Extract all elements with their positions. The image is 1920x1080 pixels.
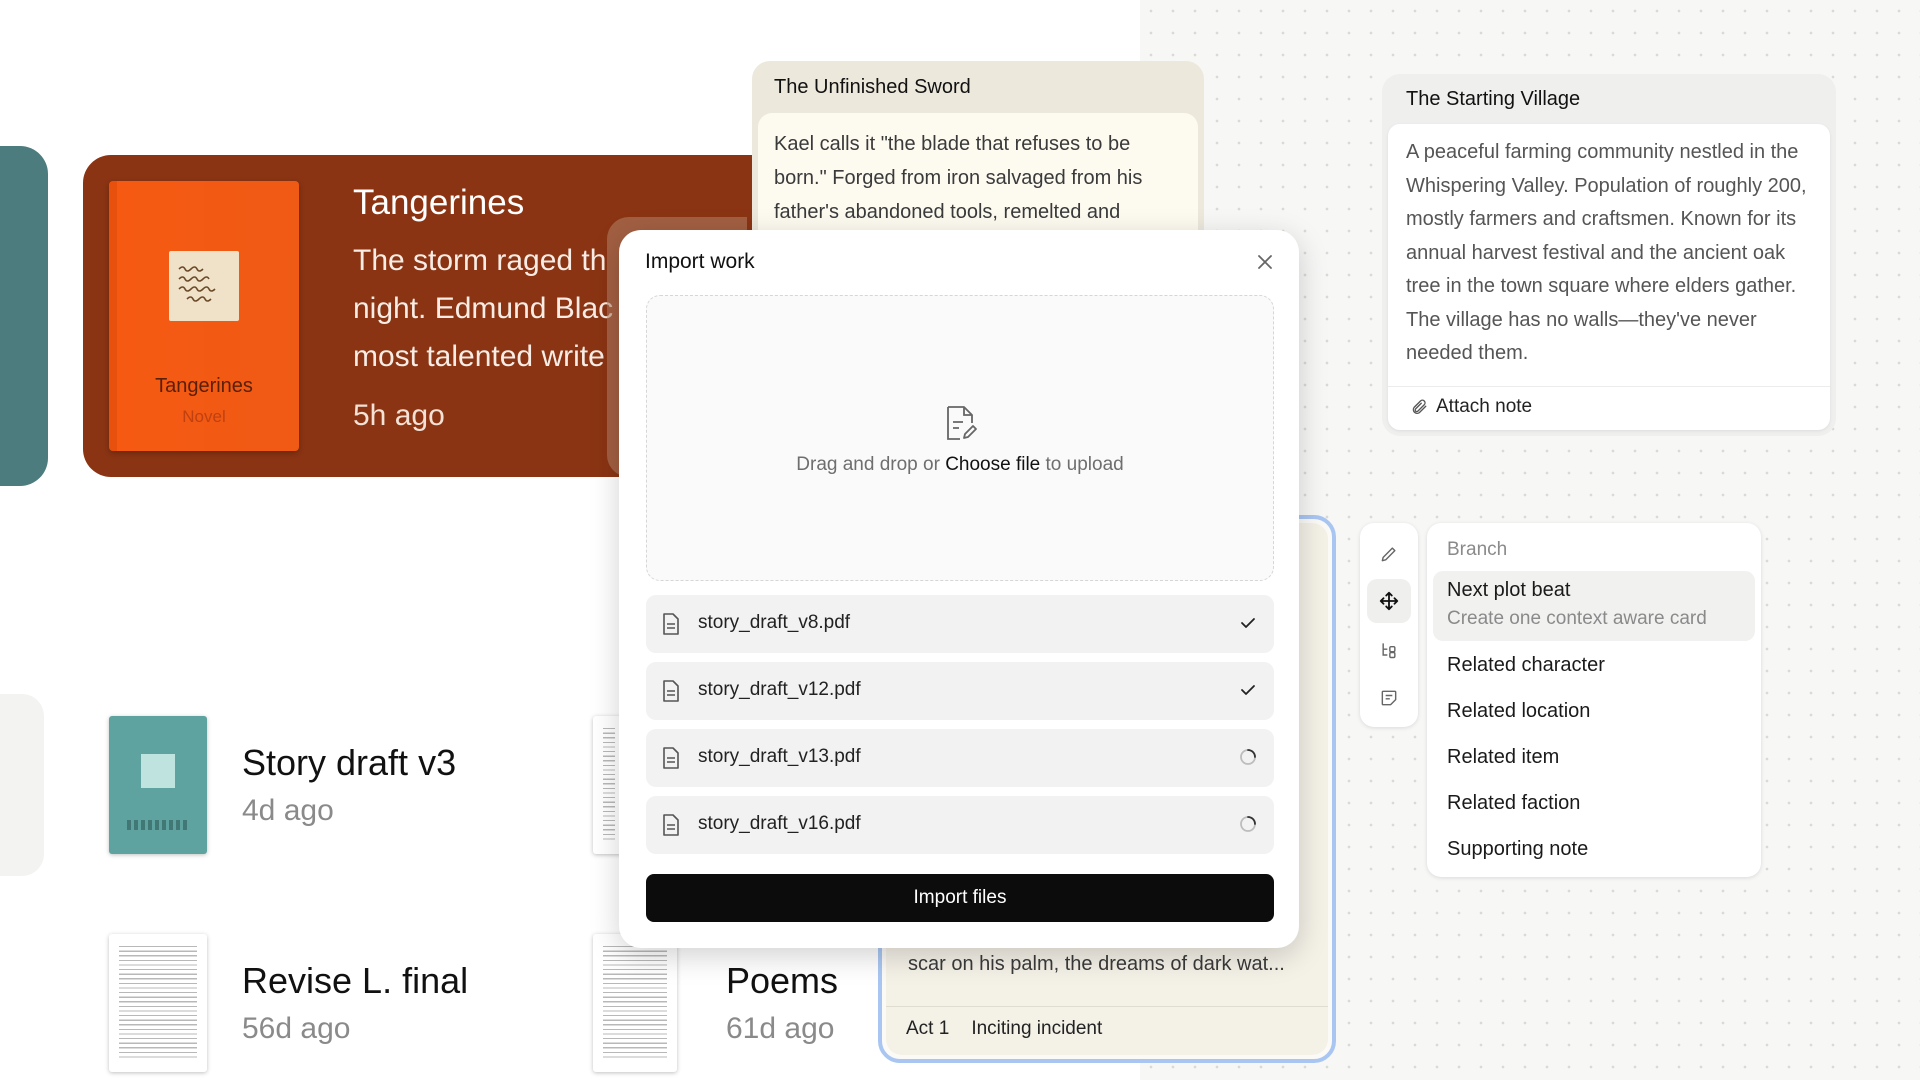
file-upload-icon [942,404,978,447]
document-thumbnail [109,934,207,1072]
document-icon [663,747,679,769]
file-name: story_draft_v16.pdf [698,813,861,834]
dropzone-instructions: Drag and drop or Choose file to upload [647,454,1273,476]
document-name: Poems [726,960,839,1001]
branch-menu: Branch Next plot beat Create one context… [1427,523,1761,877]
card-divider [1388,386,1830,387]
document-icon [663,680,679,702]
card-body: A peaceful farming community nestled in … [1406,141,1807,364]
document-name: Revise L. final [242,960,469,1001]
import-files-button[interactable]: Import files [646,874,1274,922]
file-dropzone[interactable]: Drag and drop or Choose file to upload [646,295,1274,581]
close-icon [1258,255,1272,269]
cover-subtitle: Novel [182,407,226,426]
file-row[interactable]: story_draft_v13.pdf [646,729,1274,787]
card-title: The Starting Village [1406,88,1581,110]
dialog-title: Import work [645,250,755,273]
move-icon [1379,591,1399,611]
document-icon [663,814,679,836]
pencil-icon [1381,547,1396,562]
file-name: story_draft_v13.pdf [698,746,861,767]
card-title: The Unfinished Sword [774,76,971,98]
file-name: story_draft_v8.pdf [698,612,851,633]
branch-icon [1382,643,1396,659]
loading-spinner-icon [1240,816,1256,832]
document-thumbnail [593,934,677,1072]
document-time: 4d ago [242,794,334,827]
branch-item-related-character[interactable]: Related character [1447,654,1605,677]
card-divider [886,1006,1328,1007]
story-card-village[interactable]: The Starting Village A peaceful farming … [1382,74,1836,436]
act-label[interactable]: Act 1 [906,1018,949,1040]
attach-note-label: Attach note [1436,396,1533,417]
close-button[interactable] [1253,250,1277,274]
document-thumbnail [109,716,207,854]
card-content: A peaceful farming community nestled in … [1388,124,1830,430]
dropzone-suffix: to upload [1040,454,1124,475]
document-icon [663,613,679,635]
branch-item-supporting-note[interactable]: Supporting note [1447,838,1588,861]
branch-tool-button[interactable] [1367,628,1411,672]
featured-title: Tangerines [353,183,525,222]
cover-label [169,251,239,321]
edit-tool-button[interactable] [1367,532,1411,576]
note-icon [1381,690,1397,706]
document-time: 56d ago [242,1012,351,1045]
handwriting-icon [178,266,216,302]
file-name: story_draft_v12.pdf [698,679,861,700]
branch-item-related-faction[interactable]: Related faction [1447,792,1580,815]
branch-menu-header: Branch [1447,539,1508,560]
note-tool-button[interactable] [1367,676,1411,720]
book-cover: Tangerines Novel [109,181,299,451]
branch-item-related-item[interactable]: Related item [1447,746,1559,769]
file-row[interactable]: story_draft_v12.pdf [646,662,1274,720]
paperclip-icon [1412,399,1427,414]
cover-title: Tangerines [155,375,253,397]
collection-card-edge-gray[interactable] [0,694,44,876]
choose-file-link[interactable]: Choose file [945,454,1040,475]
card-tool-rail [1360,523,1418,727]
checkmark-icon [1241,685,1255,695]
card-footer: Act 1 Inciting incident [906,1018,1102,1040]
loading-spinner-icon [1240,749,1256,765]
branch-item-label[interactable]: Next plot beat [1447,579,1570,602]
branch-item-description: Create one context aware card [1447,608,1707,629]
import-work-dialog: Import work Drag and drop or Choose file… [619,230,1299,948]
collection-card-edge[interactable] [0,146,48,486]
card-excerpt: scar on his palm, the dreams of dark wat… [908,953,1285,975]
file-row[interactable]: story_draft_v8.pdf [646,595,1274,653]
document-time: 61d ago [726,1012,835,1045]
featured-time: 5h ago [353,399,445,432]
document-name: Story draft v3 [242,742,457,783]
checkmark-icon [1241,618,1255,628]
move-tool-button[interactable] [1367,579,1411,623]
attach-note-button[interactable]: Attach note [1410,396,1532,418]
dropzone-prefix: Drag and drop or [796,454,946,475]
branch-item-related-location[interactable]: Related location [1447,700,1590,723]
beat-label[interactable]: Inciting incident [971,1018,1102,1040]
file-row[interactable]: story_draft_v16.pdf [646,796,1274,854]
